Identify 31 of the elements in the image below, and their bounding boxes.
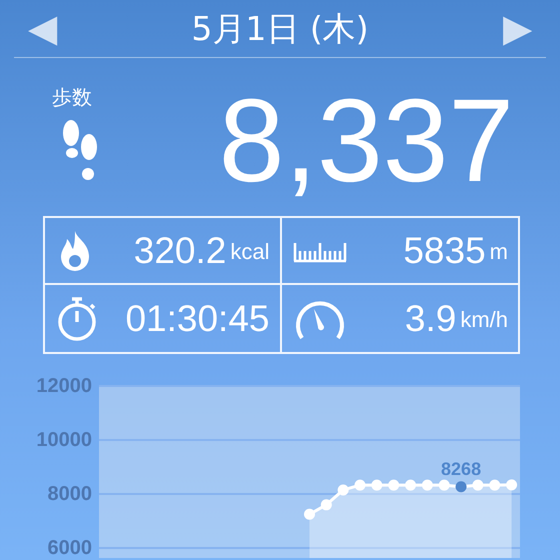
data-point bbox=[405, 480, 416, 491]
y-axis-label: 10000 bbox=[36, 429, 92, 451]
previous-day-button[interactable]: ◀ bbox=[14, 10, 71, 48]
data-point bbox=[472, 480, 484, 491]
highlighted-point bbox=[456, 481, 467, 492]
data-point bbox=[388, 480, 400, 491]
stat-value: 3.9 bbox=[404, 296, 456, 341]
y-axis-label: 8000 bbox=[48, 483, 92, 505]
data-point bbox=[320, 499, 332, 510]
steps-label: 歩数 bbox=[52, 84, 92, 111]
y-axis-label: 6000 bbox=[48, 537, 92, 558]
stat-unit: m bbox=[490, 238, 508, 266]
stat-value: 5835 bbox=[403, 228, 486, 273]
data-point bbox=[422, 480, 433, 491]
data-point bbox=[489, 480, 500, 491]
step-count: 8,337 bbox=[218, 82, 514, 200]
stat-value: 320.2 bbox=[134, 228, 226, 273]
data-point bbox=[371, 480, 382, 491]
data-point bbox=[304, 508, 315, 520]
stat-unit: kcal bbox=[230, 238, 270, 266]
y-axis-label: 12000 bbox=[36, 378, 92, 397]
data-point bbox=[354, 480, 366, 491]
data-point bbox=[506, 479, 518, 490]
stat-unit: km/h bbox=[460, 306, 508, 334]
data-label: 8268 bbox=[441, 458, 482, 479]
footprints-icon bbox=[60, 118, 100, 182]
date-title: 5月1日 (木) bbox=[191, 8, 369, 50]
data-point bbox=[338, 484, 349, 496]
stat-value: 01:30:45 bbox=[125, 296, 270, 341]
data-point bbox=[438, 480, 450, 491]
next-day-button[interactable]: ▶ bbox=[488, 10, 546, 48]
